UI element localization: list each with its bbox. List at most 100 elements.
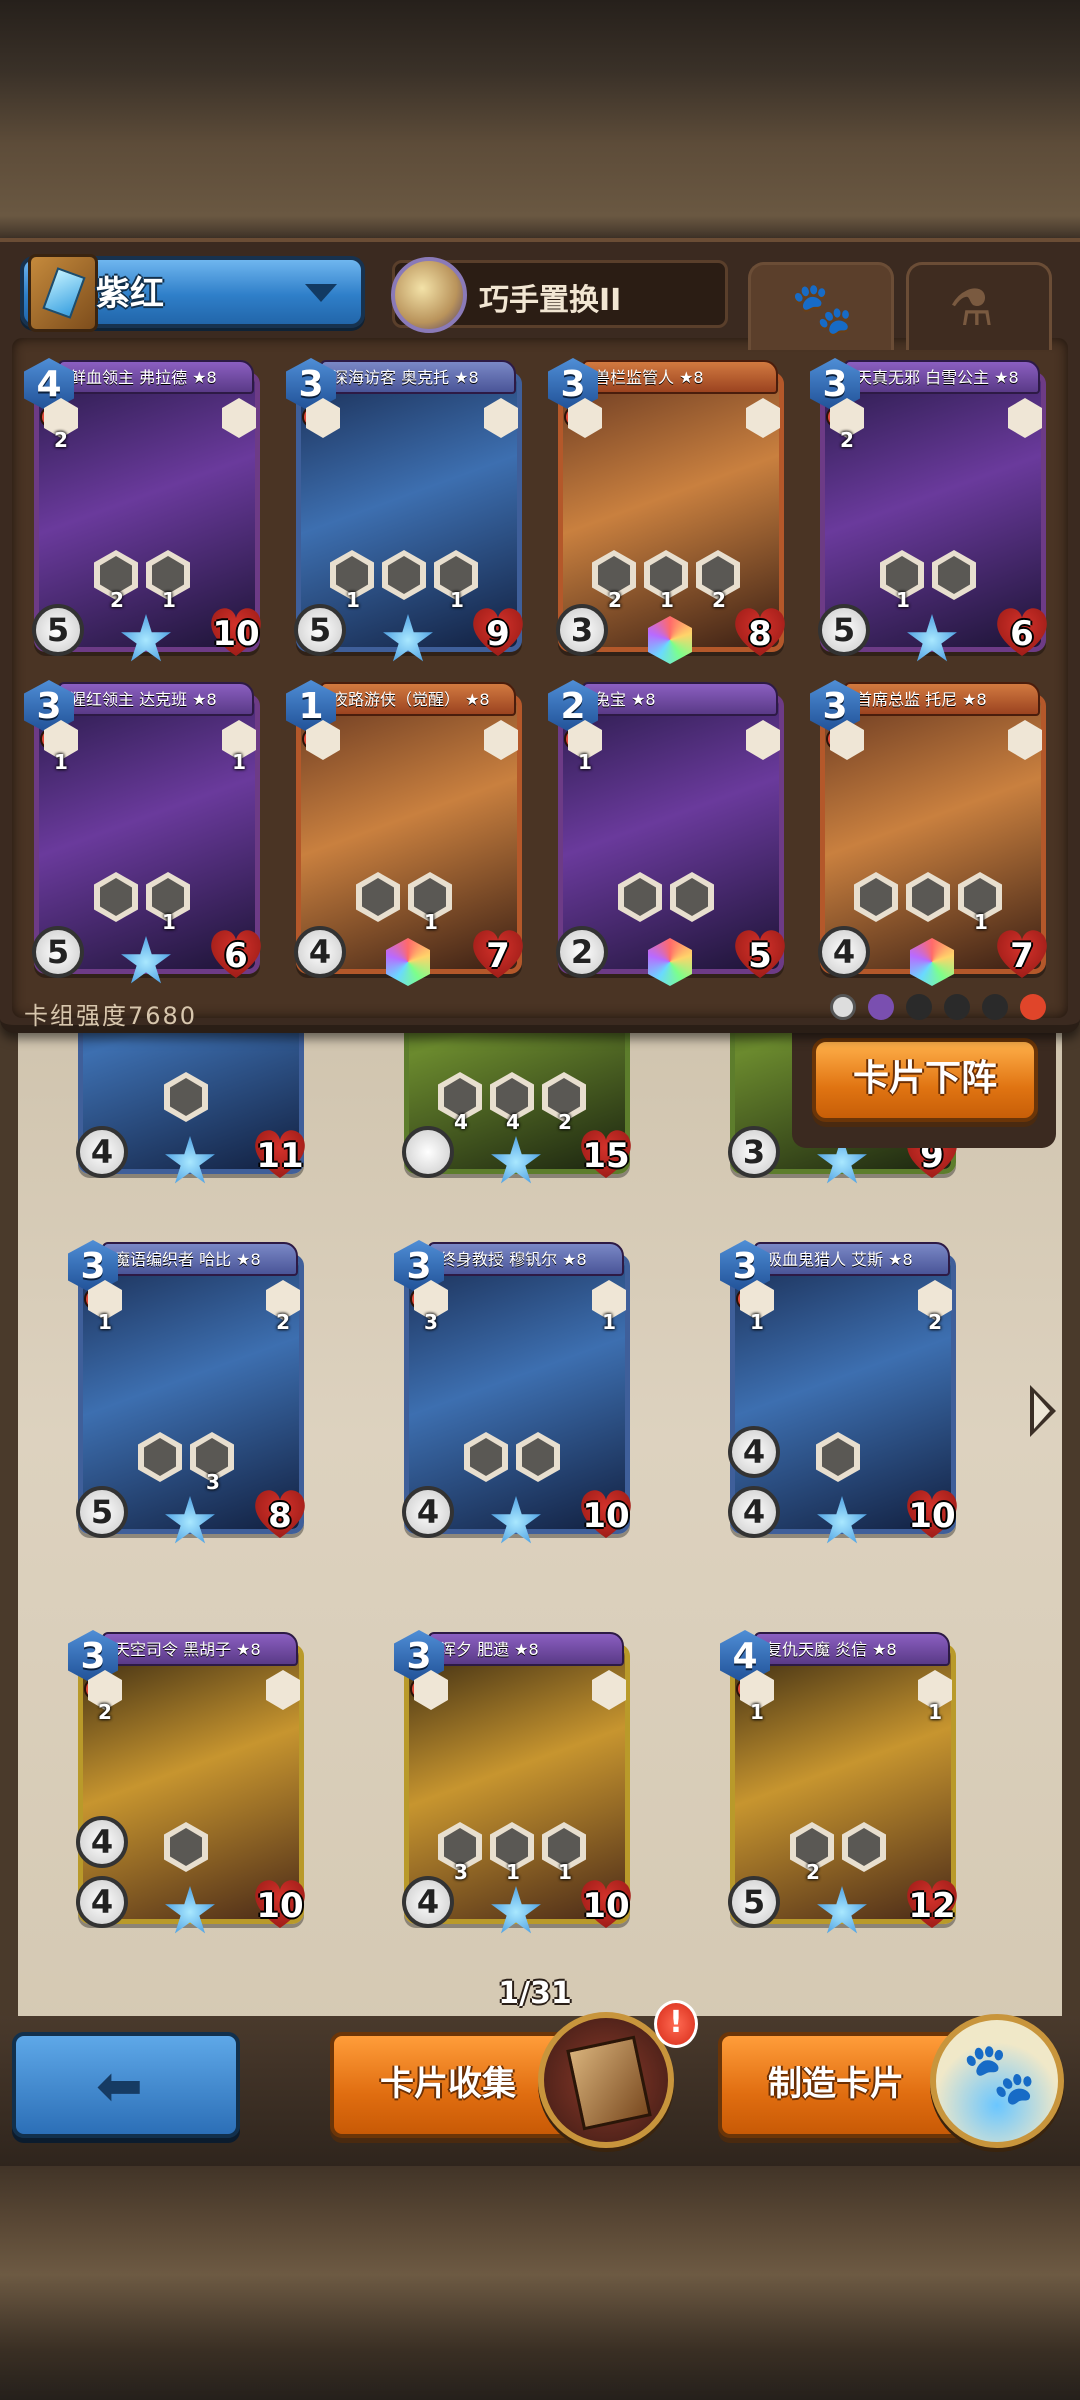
back-button[interactable]: ⬅ — [12, 2032, 240, 2138]
card-ability-count: 1 — [558, 1860, 572, 1884]
tab-potions[interactable]: ⚗ — [906, 262, 1052, 350]
filter-neutral-icon[interactable] — [830, 994, 856, 1020]
card-ability-count: 2 — [558, 1110, 572, 1134]
card-title: 深海访客 奥克托 ★8 — [332, 368, 479, 387]
card-attack — [402, 1126, 454, 1178]
deck-book-icon — [28, 254, 98, 332]
card[interactable]: 鲜血领主 弗拉德 ★8 4 2 2 1 5 10 — [24, 358, 260, 662]
craft-card-icon[interactable]: 🐾 — [930, 2014, 1064, 2148]
back-arrow-icon: ⬅ — [96, 2054, 143, 2119]
ability-glyph-icon — [912, 878, 944, 916]
card-attack: 4 — [402, 1876, 454, 1928]
ability-glyph-icon — [860, 878, 892, 916]
card-attack: 4 — [76, 1876, 128, 1928]
card-health: 7 — [1010, 936, 1034, 976]
card-attack: 3 — [556, 604, 608, 656]
chevron-down-icon — [305, 284, 337, 302]
card[interactable]: 兔宝 ★8 2 1 2 5 — [548, 680, 784, 986]
tab-cards[interactable]: 🐾 — [748, 262, 894, 350]
card-attack: 5 — [728, 1876, 780, 1928]
card-title: 首席总监 托尼 ★8 — [856, 690, 987, 709]
hero-selector[interactable]: 巧手置换II — [391, 257, 728, 333]
card-attack: 4 — [76, 1126, 128, 1178]
card-health: 12 — [908, 1886, 956, 1926]
card[interactable]: 天真无邪 白雪公主 ★8 3 2 1 5 6 — [810, 358, 1046, 662]
filter-shadow-icon[interactable] — [944, 994, 970, 1020]
filter-purple-icon[interactable] — [868, 994, 894, 1020]
page-indicator: 1/31 — [498, 1976, 572, 2011]
card-side-left-count: 1 — [54, 750, 68, 774]
card-attack: 3 — [728, 1126, 780, 1178]
card-ability-count: 3 — [454, 1860, 468, 1884]
ability-glyph-icon — [144, 1438, 176, 1476]
card-ability-count: 1 — [506, 1860, 520, 1884]
card-side-left-count: 2 — [98, 1700, 112, 1724]
card-health: 8 — [748, 614, 772, 654]
card[interactable]: 天空司令 黑胡子 ★8 3 2 4 4 10 — [68, 1630, 304, 1934]
card[interactable]: 首席总监 托尼 ★8 3 1 4 7 — [810, 680, 1046, 986]
ability-glyph-icon — [388, 556, 420, 594]
card-ability-count: 4 — [506, 1110, 520, 1134]
deck-strength: 卡组强度7680 — [24, 1002, 198, 1030]
ability-glyph-icon — [848, 1828, 880, 1866]
card-health: 11 — [256, 1136, 304, 1176]
ability-glyph-icon — [170, 1828, 202, 1866]
card-ability-count: 2 — [712, 588, 726, 612]
card-ability-count: 2 — [110, 588, 124, 612]
card[interactable]: 浑夕 肥遗 ★8 3 3 1 1 4 10 — [394, 1630, 630, 1934]
card-side-right-count: 1 — [602, 1310, 616, 1334]
card-ability-count: 1 — [974, 910, 988, 934]
filter-dark-icon[interactable] — [906, 994, 932, 1020]
card-title: 兽栏监管人 ★8 — [594, 368, 704, 387]
card-collection-icon[interactable] — [538, 2012, 674, 2148]
next-page-arrow-icon[interactable] — [1030, 1385, 1056, 1437]
card-health: 7 — [486, 936, 510, 976]
card-ability-count: 4 — [454, 1110, 468, 1134]
card-ability-count: 2 — [806, 1860, 820, 1884]
ability-glyph-icon — [362, 878, 394, 916]
card-attack: 5 — [76, 1486, 128, 1538]
card-ability-count: 1 — [660, 588, 674, 612]
card[interactable]: 深海访客 奥克托 ★8 3 1 1 5 9 — [286, 358, 522, 662]
ability-glyph-icon — [170, 1078, 202, 1116]
card[interactable]: 终身教授 穆钒尔 ★8 3 3 1 4 10 — [394, 1240, 630, 1544]
filter-fire-icon[interactable] — [1020, 994, 1046, 1020]
hero-portrait — [391, 257, 467, 333]
wood-beam-bottom — [0, 2150, 1080, 2400]
card-health: 8 — [268, 1496, 292, 1536]
remove-card-button[interactable]: 卡片下阵 — [812, 1038, 1038, 1122]
card-title: 天空司令 黑胡子 ★8 — [114, 1640, 261, 1659]
filter-beast-icon[interactable] — [982, 994, 1008, 1020]
card-health: 10 — [582, 1496, 630, 1536]
card[interactable]: 猩红领主 达克班 ★8 3 1 1 1 5 6 — [24, 680, 260, 984]
card[interactable]: 吸血鬼猎人 艾斯 ★8 3 1 2 4 4 10 — [720, 1240, 956, 1544]
card-title: 兔宝 ★8 — [594, 690, 656, 709]
card-attack: 4 — [818, 926, 870, 978]
ability-glyph-icon — [470, 1438, 502, 1476]
card-health: 5 — [748, 936, 772, 976]
card-title: 复仇天魔 炎信 ★8 — [766, 1640, 897, 1659]
potion-icon: ⚗ — [949, 279, 994, 337]
card-side-right-count: 1 — [232, 750, 246, 774]
game-screen: 441144215239 魔语编织者 哈比 ★8312358终身教授 穆钒尔 ★… — [0, 0, 1080, 2400]
card-attack: 5 — [32, 604, 84, 656]
card-health: 10 — [256, 1886, 304, 1926]
card[interactable]: 复仇天魔 炎信 ★8 4 1 1 2 5 12 — [720, 1630, 956, 1934]
deck-name: 紫红 — [96, 274, 164, 314]
card-attack: 5 — [32, 926, 84, 978]
card-title: 终身教授 穆钒尔 ★8 — [440, 1250, 587, 1269]
card-ability-count: 1 — [162, 588, 176, 612]
paw-icon: 🐾 — [791, 279, 854, 337]
card-side-left-count: 1 — [750, 1310, 764, 1334]
wood-beam-top — [0, 0, 1080, 240]
card-title: 鲜血领主 弗拉德 ★8 — [70, 368, 217, 387]
card-attack: 5 — [818, 604, 870, 656]
deck-dropdown[interactable]: 紫红 — [20, 254, 365, 332]
card[interactable]: 魔语编织者 哈比 ★8 3 1 2 3 5 8 — [68, 1240, 304, 1544]
card[interactable]: 兽栏监管人 ★8 3 2 1 2 3 8 — [548, 358, 784, 664]
card-health: 6 — [1010, 614, 1034, 654]
card-health: 10 — [908, 1496, 956, 1536]
card-health: 10 — [212, 614, 260, 654]
card-side-left-count: 3 — [424, 1310, 438, 1334]
card[interactable]: 夜路游侠（觉醒） ★8 1 1 4 7 — [286, 680, 522, 986]
